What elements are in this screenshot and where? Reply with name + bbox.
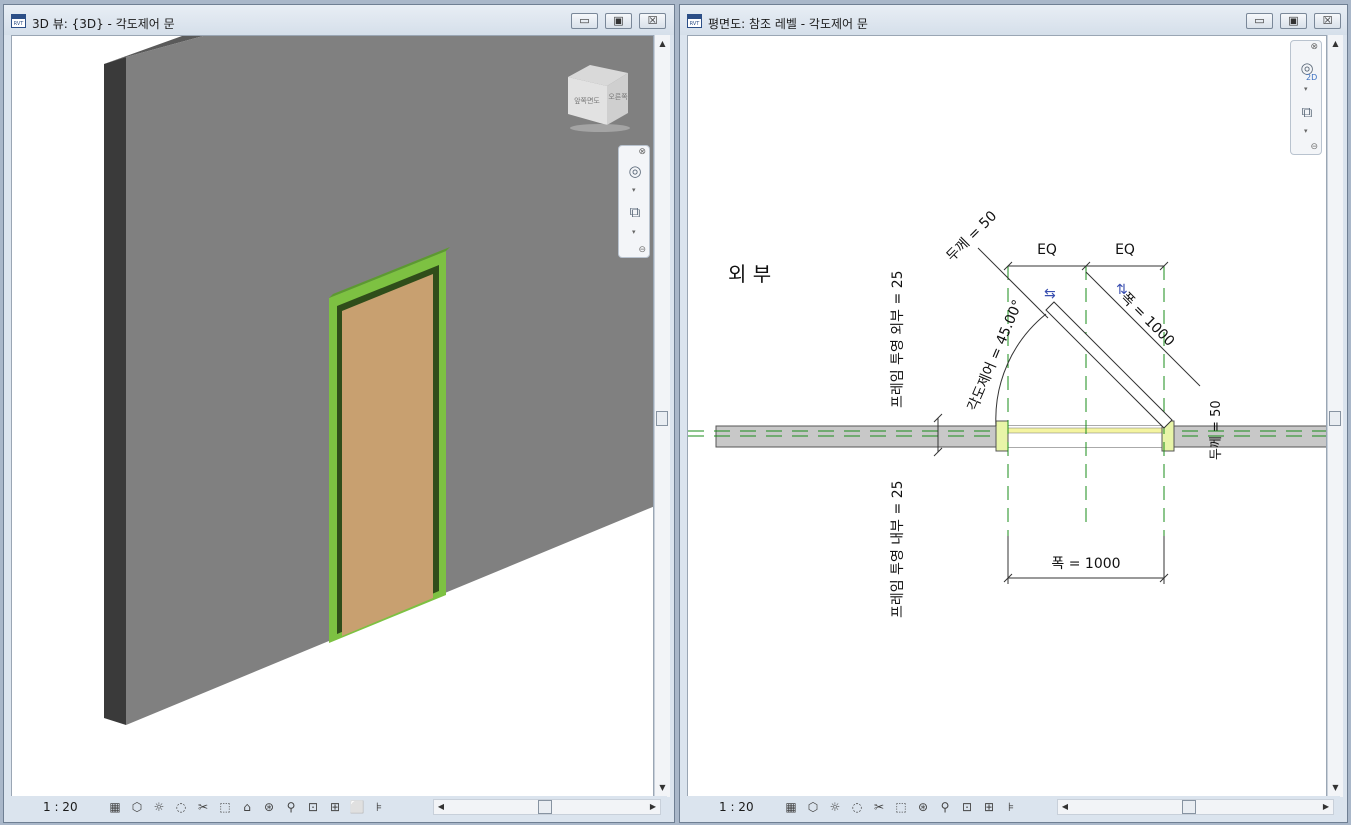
minimize-button[interactable]: ▭: [571, 13, 598, 29]
3d-model-view: 앞쪽면도 오른쪽: [104, 36, 653, 725]
close-button[interactable]: ☒: [1314, 13, 1341, 29]
thickness-top-label[interactable]: 두께 = 50: [944, 208, 1001, 265]
flip-control-icon[interactable]: ⇆: [1044, 286, 1056, 302]
crop-view-icon[interactable]: ✂: [195, 799, 211, 815]
temp-hide-icon[interactable]: ⊛: [915, 799, 931, 815]
horizontal-scrollbar[interactable]: ◀ ▶: [1057, 799, 1334, 815]
zoom-region-icon[interactable]: ⧉: [624, 201, 646, 223]
navigation-bar[interactable]: ⊗ ◎ 2D ▾ ⧉ ▾ ⊖: [1290, 40, 1322, 155]
scroll-up-icon[interactable]: ▲: [1328, 37, 1343, 51]
frame-interior-label[interactable]: 프레임 투영 내부 = 25: [890, 480, 906, 618]
door-panel: [342, 274, 433, 636]
eq-label-right[interactable]: EQ: [1115, 242, 1135, 258]
show-crop-icon[interactable]: ⬚: [217, 799, 233, 815]
scroll-down-icon[interactable]: ▼: [1328, 781, 1343, 795]
view-control-bar: 1 : 20 ▦ ⬡ ☼ ◌ ✂ ⬚ ⌂ ⊛ ⚲ ⊡ ⊞ ⬜ ⊧ ◀ ▶: [11, 796, 667, 818]
exterior-label: 외 부: [728, 262, 771, 286]
view-control-icons: ▦ ⬡ ☼ ◌ ✂ ⬚ ⌂ ⊛ ⚲ ⊡ ⊞ ⬜ ⊧: [107, 799, 387, 815]
plan-canvas[interactable]: EQ EQ 폭 = 1000 ⇅ ⇆ 두께 = 50 각도제어 = 45.00°…: [687, 35, 1327, 797]
scroll-right-icon[interactable]: ▶: [646, 800, 660, 814]
minimize-button[interactable]: ▭: [1246, 13, 1273, 29]
view-scale[interactable]: 1 : 20: [43, 800, 78, 814]
scroll-thumb[interactable]: [1329, 411, 1341, 426]
highlight-displacement-icon[interactable]: ⬜: [349, 799, 365, 815]
thickness-right-label[interactable]: 두께 = 50: [1209, 400, 1224, 460]
chevron-down-icon[interactable]: ▾: [632, 228, 636, 236]
worksharing-icon[interactable]: ⊡: [305, 799, 321, 815]
wall-side-face: [104, 57, 126, 725]
viewcube-side-label: 오른쪽: [608, 93, 628, 101]
sun-path-icon[interactable]: ☼: [151, 799, 167, 815]
title-bar[interactable]: 평면도: 참조 레벨 - 각도제어 문 ▭ ▣ ☒: [680, 5, 1347, 35]
chevron-down-icon[interactable]: ▾: [1304, 85, 1308, 93]
door-width-diag-label[interactable]: 폭 = 1000: [1117, 290, 1177, 350]
crop-view-icon[interactable]: ✂: [871, 799, 887, 815]
unlocked-3d-icon[interactable]: ⌂: [239, 799, 255, 815]
diagonal-width-dim-line: [1085, 271, 1201, 387]
analytical-model-icon[interactable]: ⊞: [981, 799, 997, 815]
window-title: 3D 뷰: {3D} - 각도제어 문: [32, 17, 175, 31]
close-button[interactable]: ☒: [639, 13, 666, 29]
revit-file-icon: [687, 14, 702, 28]
restore-button[interactable]: ▣: [1280, 13, 1307, 29]
scroll-up-icon[interactable]: ▲: [655, 37, 670, 51]
steering-wheel-icon[interactable]: ◎: [624, 160, 646, 182]
worksharing-icon[interactable]: ⊡: [959, 799, 975, 815]
title-bar[interactable]: 3D 뷰: {3D} - 각도제어 문 ▭ ▣ ☒: [4, 5, 674, 35]
navigation-bar[interactable]: ⊗ ◎ ▾ ⧉ ▾ ⊖: [618, 145, 650, 258]
window-title: 평면도: 참조 레벨 - 각도제어 문: [708, 17, 868, 31]
eq-label-left[interactable]: EQ: [1037, 242, 1057, 258]
visual-style-icon[interactable]: ⬡: [129, 799, 145, 815]
scroll-right-icon[interactable]: ▶: [1319, 800, 1333, 814]
navbar-close-icon[interactable]: ⊗: [638, 147, 646, 157]
navbar-options-icon[interactable]: ⊖: [1310, 142, 1318, 152]
navbar-close-icon[interactable]: ⊗: [1310, 42, 1318, 52]
3d-canvas[interactable]: 앞쪽면도 오른쪽 ⊗ ◎ ▾ ⧉ ▾ ⊖: [11, 35, 654, 797]
scroll-thumb[interactable]: [656, 411, 668, 426]
temp-hide-icon[interactable]: ⊛: [261, 799, 277, 815]
scroll-thumb[interactable]: [1182, 800, 1196, 814]
shadows-icon[interactable]: ◌: [173, 799, 189, 815]
vertical-scrollbar[interactable]: ▲ ▼: [654, 35, 670, 797]
visual-style-icon[interactable]: ⬡: [805, 799, 821, 815]
view-control-icons: ▦ ⬡ ☼ ◌ ✂ ⬚ ⊛ ⚲ ⊡ ⊞ ⊧: [783, 799, 1019, 815]
scroll-down-icon[interactable]: ▼: [655, 781, 670, 795]
vertical-scrollbar[interactable]: ▲ ▼: [1327, 35, 1343, 797]
shadows-icon[interactable]: ◌: [849, 799, 865, 815]
chevron-down-icon[interactable]: ▾: [632, 186, 636, 194]
reveal-hidden-icon[interactable]: ⚲: [283, 799, 299, 815]
analytical-model-icon[interactable]: ⊞: [327, 799, 343, 815]
flip-control-icon[interactable]: ⇅: [1116, 282, 1128, 298]
door-width-bottom-label[interactable]: 폭 = 1000: [1051, 556, 1120, 572]
chevron-down-icon[interactable]: ▾: [1304, 127, 1308, 135]
detail-level-icon[interactable]: ▦: [783, 799, 799, 815]
floor-plan-drawing: EQ EQ 폭 = 1000 ⇅ ⇆ 두께 = 50 각도제어 = 45.00°…: [688, 208, 1326, 618]
constraints-icon[interactable]: ⊧: [371, 799, 387, 815]
view-control-bar: 1 : 20 ▦ ⬡ ☼ ◌ ✂ ⬚ ⊛ ⚲ ⊡ ⊞ ⊧ ◀ ▶: [687, 796, 1340, 818]
detail-level-icon[interactable]: ▦: [107, 799, 123, 815]
plan-view-window: 평면도: 참조 레벨 - 각도제어 문 ▭ ▣ ☒: [679, 4, 1348, 823]
frame-exterior-label[interactable]: 프레임 투영 외부 = 25: [890, 270, 906, 408]
navbar-2d-badge: 2D: [1306, 73, 1318, 82]
revit-file-icon: [11, 14, 26, 28]
constraints-icon[interactable]: ⊧: [1003, 799, 1019, 815]
reveal-hidden-icon[interactable]: ⚲: [937, 799, 953, 815]
navbar-options-icon[interactable]: ⊖: [638, 245, 646, 255]
viewcube-front-label: 앞쪽면도: [574, 96, 600, 105]
sun-path-icon[interactable]: ☼: [827, 799, 843, 815]
horizontal-scrollbar[interactable]: ◀ ▶: [433, 799, 661, 815]
angle-control-label[interactable]: 각도제어 = 45.00°: [965, 298, 1026, 414]
frame-jamb-left: [995, 420, 1009, 452]
view-scale[interactable]: 1 : 20: [719, 800, 754, 814]
scroll-left-icon[interactable]: ◀: [434, 800, 448, 814]
zoom-region-icon[interactable]: ⧉: [1296, 101, 1318, 123]
3d-view-window: 3D 뷰: {3D} - 각도제어 문 ▭ ▣ ☒ 앞: [3, 4, 675, 823]
restore-button[interactable]: ▣: [605, 13, 632, 29]
scroll-left-icon[interactable]: ◀: [1058, 800, 1072, 814]
show-crop-icon[interactable]: ⬚: [893, 799, 909, 815]
scroll-thumb[interactable]: [538, 800, 552, 814]
